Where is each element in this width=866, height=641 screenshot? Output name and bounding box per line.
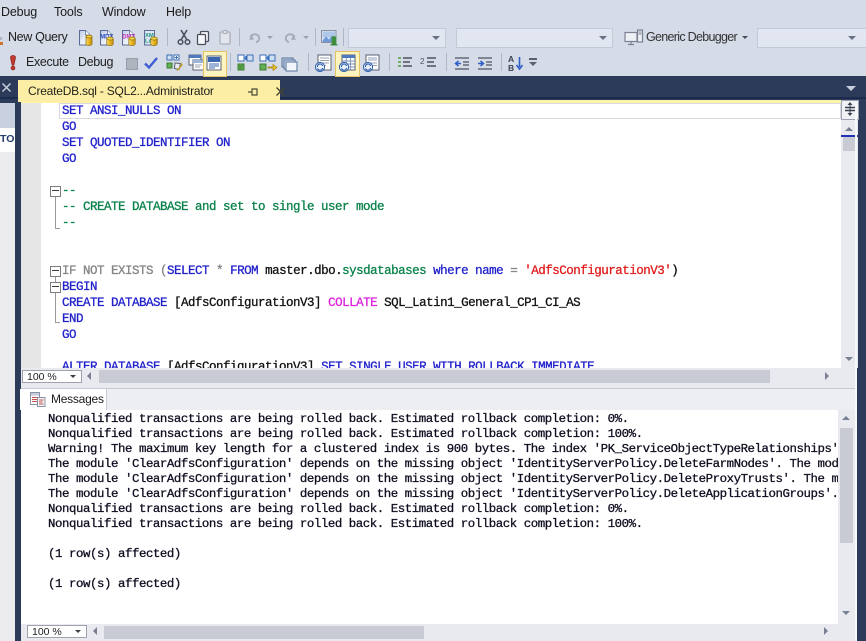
svg-text:2: 2 (420, 57, 425, 66)
svg-text:B: B (508, 63, 514, 72)
